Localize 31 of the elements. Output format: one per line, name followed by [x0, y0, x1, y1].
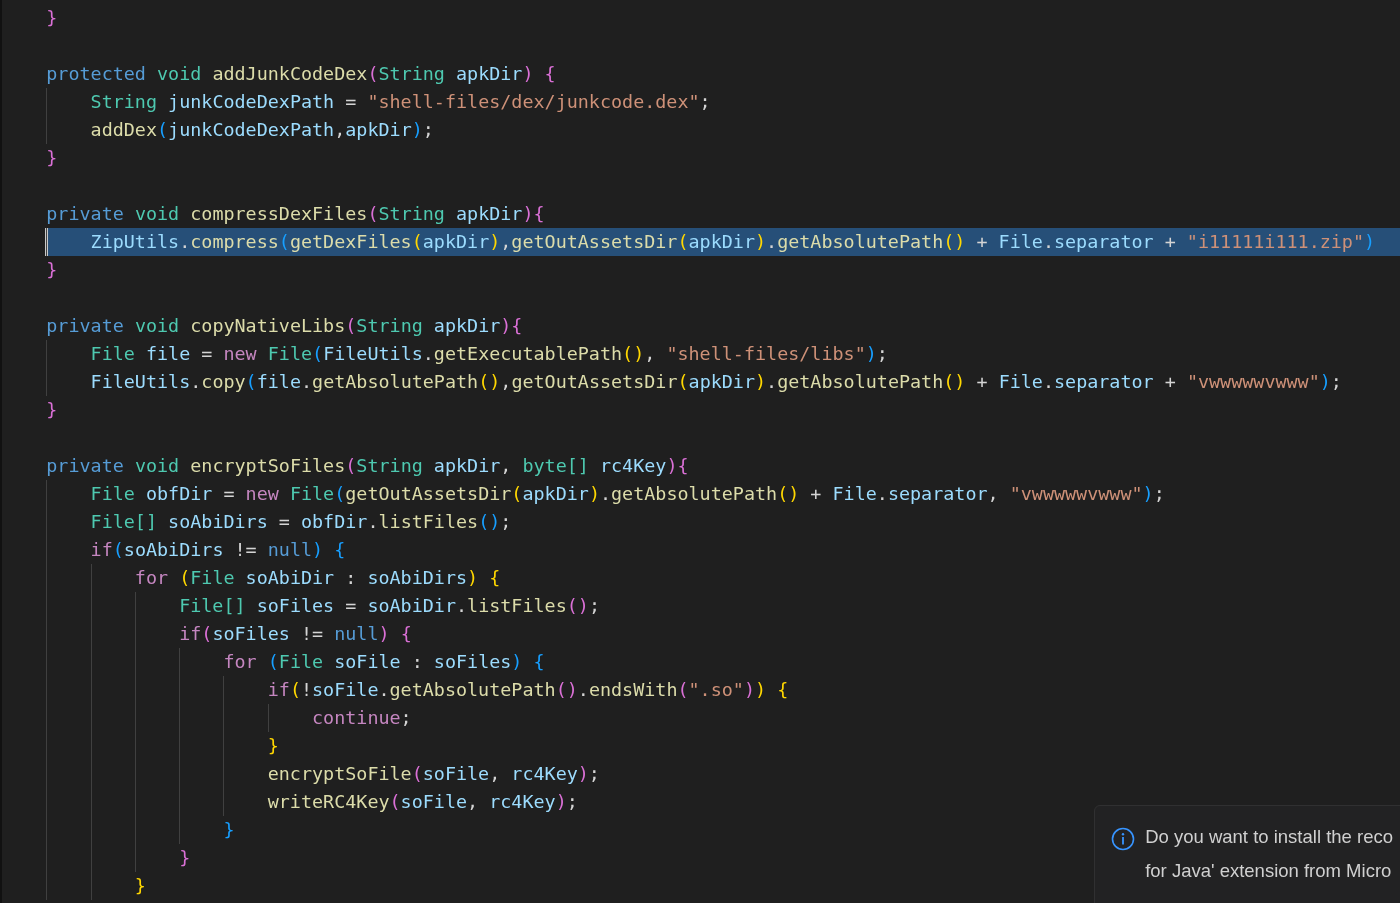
code-line: private void compressDexFiles(String apkDir){ — [45, 202, 545, 226]
code-line: continue; — [311, 706, 412, 730]
notification-text: for Java' extension from Micro — [1145, 860, 1393, 882]
code-line: addDex(junkCodeDexPath,apkDir); — [89, 118, 434, 142]
code-line: } — [45, 146, 58, 170]
code-line: File[] soAbiDirs = obfDir.listFiles(); — [89, 510, 512, 534]
code-editor[interactable] — [0, 0, 1400, 903]
code-line: File file = new File(FileUtils.getExecutablePath(), "shell-files/libs"); — [89, 342, 888, 366]
code-line: String junkCodeDexPath = "shell-files/dex/junkcode.dex"; — [89, 90, 711, 114]
code-line: } — [45, 398, 58, 422]
code-line: } — [178, 846, 191, 870]
code-line: } — [133, 874, 146, 898]
code-line: } — [222, 818, 235, 842]
code-line: for (File soAbiDir : soAbiDirs) { — [133, 566, 501, 590]
code-line: for (File soFile : soFiles) { — [222, 650, 545, 674]
code-line: if(soAbiDirs != null) { — [89, 538, 346, 562]
code-line: encryptSoFile(soFile, rc4Key); — [266, 762, 600, 786]
code-line: if(!soFile.getAbsolutePath().endsWith(".so")) { — [266, 678, 789, 702]
code-line: if(soFiles != null) { — [178, 622, 412, 646]
code-line: File obfDir = new File(getOutAssetsDir(apkDir).getAbsolutePath() + File.separator, "vwwwwwvwww"); — [89, 482, 1165, 506]
code-line: } — [45, 6, 58, 30]
info-icon — [1111, 827, 1136, 851]
code-line: private void encryptSoFiles(String apkDir, byte[] rc4Key){ — [45, 454, 689, 478]
code-line: FileUtils.copy(file.getAbsolutePath(),getOutAssetsDir(apkDir).getAbsolutePath() + File.separator + "vwwwwwvwww"); — [89, 370, 1342, 394]
code-line: writeRC4Key(soFile, rc4Key); — [266, 790, 578, 814]
code-line: File[] soFiles = soAbiDir.listFiles(); — [178, 594, 600, 618]
code-line: } — [45, 258, 58, 282]
code-line: private void copyNativeLibs(String apkDir){ — [45, 314, 523, 338]
code-line: protected void addJunkCodeDex(String apkDir) { — [45, 62, 556, 86]
code-line: } — [266, 734, 279, 758]
notification-text: Do you want to install the reco — [1145, 826, 1393, 848]
